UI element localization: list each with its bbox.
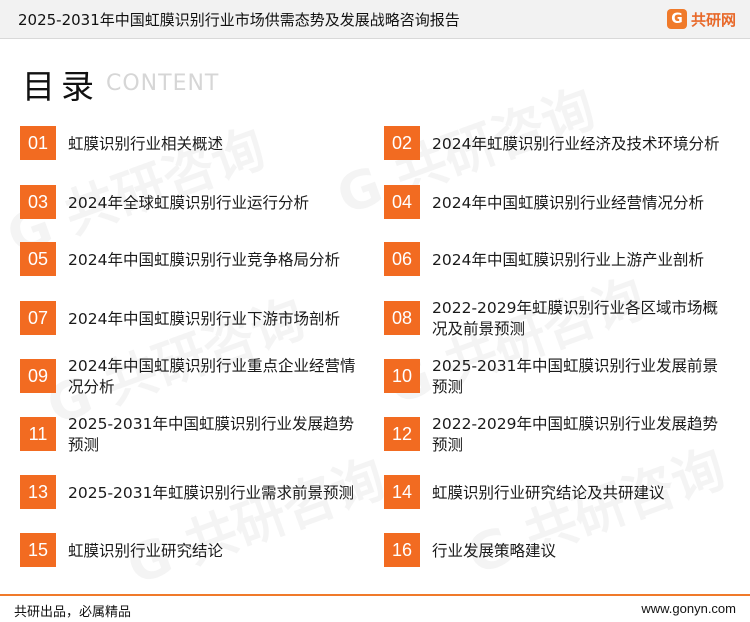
toc-item[interactable]: 12 2022-2029年中国虹膜识别行业发展趋势预测 bbox=[384, 413, 729, 459]
toc-item-text: 2024年中国虹膜识别行业经营情况分析 bbox=[432, 193, 704, 212]
toc-item[interactable]: 09 2024年中国虹膜识别行业重点企业经营情况分析 bbox=[20, 355, 365, 401]
report-title: 2025-2031年中国虹膜识别行业市场供需态势及发展战略咨询报告 bbox=[18, 11, 460, 29]
toc-item-text: 2024年中国虹膜识别行业重点企业经营情况分析 bbox=[68, 357, 356, 396]
toc-item-number: 07 bbox=[20, 301, 56, 335]
toc-item[interactable]: 08 2022-2029年虹膜识别行业各区域市场概况及前景预测 bbox=[384, 297, 729, 343]
toc-item-text: 2025-2031年中国虹膜识别行业发展前景预测 bbox=[432, 357, 718, 396]
toc-title: 目录 bbox=[22, 67, 100, 106]
toc-item-number: 15 bbox=[20, 533, 56, 567]
brand-logo-icon: G bbox=[666, 9, 687, 29]
brand-logo: G 共研网 bbox=[666, 6, 736, 32]
toc-item[interactable]: 15 虹膜识别行业研究结论 bbox=[20, 529, 365, 575]
toc-item-number: 03 bbox=[20, 185, 56, 219]
toc-item[interactable]: 04 2024年中国虹膜识别行业经营情况分析 bbox=[384, 181, 729, 227]
footer-divider bbox=[0, 594, 750, 596]
toc-item-text: 2022-2029年中国虹膜识别行业发展趋势预测 bbox=[432, 415, 718, 454]
toc-item-text: 虹膜识别行业相关概述 bbox=[68, 134, 224, 153]
toc-item-number: 11 bbox=[20, 417, 56, 451]
toc-item-number: 04 bbox=[384, 185, 420, 219]
toc-item[interactable]: 05 2024年中国虹膜识别行业竞争格局分析 bbox=[20, 238, 365, 284]
toc-item-number: 10 bbox=[384, 359, 420, 393]
toc-item[interactable]: 02 2024年虹膜识别行业经济及技术环境分析 bbox=[384, 122, 729, 168]
toc-item[interactable]: 14 虹膜识别行业研究结论及共研建议 bbox=[384, 471, 729, 517]
toc-item[interactable]: 11 2025-2031年中国虹膜识别行业发展趋势预测 bbox=[20, 413, 365, 459]
toc-item[interactable]: 10 2025-2031年中国虹膜识别行业发展前景预测 bbox=[384, 355, 729, 401]
toc-item-text: 虹膜识别行业研究结论 bbox=[68, 541, 224, 560]
toc-item-number: 01 bbox=[20, 126, 56, 160]
toc-item-text: 2024年全球虹膜识别行业运行分析 bbox=[68, 193, 309, 212]
toc-item[interactable]: 07 2024年中国虹膜识别行业下游市场剖析 bbox=[20, 297, 365, 343]
toc-item-text: 2022-2029年虹膜识别行业各区域市场概况及前景预测 bbox=[432, 299, 718, 338]
toc-item-text: 2025-2031年虹膜识别行业需求前景预测 bbox=[68, 483, 354, 502]
brand-name: 共研网 bbox=[690, 10, 736, 29]
toc-item-number: 09 bbox=[20, 359, 56, 393]
footer-slogan: 共研出品，必属精品 bbox=[14, 605, 132, 620]
toc-subtitle: CONTENT bbox=[106, 71, 220, 96]
toc-item-number: 08 bbox=[384, 301, 420, 335]
toc-item[interactable]: 01 虹膜识别行业相关概述 bbox=[20, 122, 365, 168]
toc-item-number: 05 bbox=[20, 242, 56, 276]
toc-item-text: 2024年中国虹膜识别行业上游产业剖析 bbox=[432, 250, 704, 269]
toc-item[interactable]: 13 2025-2031年虹膜识别行业需求前景预测 bbox=[20, 471, 365, 517]
toc-item-number: 12 bbox=[384, 417, 420, 451]
toc-item-number: 13 bbox=[20, 475, 56, 509]
toc-item-text: 2024年中国虹膜识别行业竞争格局分析 bbox=[68, 250, 340, 269]
toc-item-text: 行业发展策略建议 bbox=[432, 541, 557, 560]
toc-item-number: 06 bbox=[384, 242, 420, 276]
toc-item-text: 2024年虹膜识别行业经济及技术环境分析 bbox=[432, 134, 720, 153]
toc-item-text: 2024年中国虹膜识别行业下游市场剖析 bbox=[68, 309, 340, 328]
toc-item-number: 02 bbox=[384, 126, 420, 160]
toc-item[interactable]: 16 行业发展策略建议 bbox=[384, 529, 729, 575]
toc-item[interactable]: 03 2024年全球虹膜识别行业运行分析 bbox=[20, 181, 365, 227]
toc-item-number: 14 bbox=[384, 475, 420, 509]
header-bar: 2025-2031年中国虹膜识别行业市场供需态势及发展战略咨询报告 G 共研网 bbox=[0, 0, 750, 39]
toc-item-text: 2025-2031年中国虹膜识别行业发展趋势预测 bbox=[68, 415, 354, 454]
toc-item-text: 虹膜识别行业研究结论及共研建议 bbox=[432, 483, 665, 502]
footer-url[interactable]: www.gonyn.com bbox=[641, 601, 736, 616]
toc-item[interactable]: 06 2024年中国虹膜识别行业上游产业剖析 bbox=[384, 238, 729, 284]
toc-item-number: 16 bbox=[384, 533, 420, 567]
